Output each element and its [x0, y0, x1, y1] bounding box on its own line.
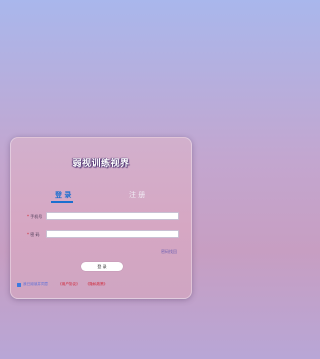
- password-required-mark: *: [27, 232, 29, 237]
- phone-input[interactable]: [46, 212, 179, 220]
- password-label-text: 密 码: [30, 232, 40, 237]
- phone-label-text: 手机号: [30, 214, 43, 219]
- password-input[interactable]: [46, 230, 179, 238]
- user-agreement-link[interactable]: 《用户协议》: [58, 282, 80, 287]
- tab-login[interactable]: 登 录: [55, 190, 71, 200]
- login-button[interactable]: 登 录: [81, 262, 123, 271]
- password-label: * 密 码: [27, 232, 40, 238]
- agreement-text: 我已阅读并同意: [23, 282, 49, 286]
- phone-label: * 手机号: [27, 214, 42, 220]
- agreement-row: 我已阅读并同意 《用户协议》 《隐私政策》: [17, 282, 113, 287]
- tab-register[interactable]: 注 册: [129, 190, 145, 200]
- forgot-password-link[interactable]: 密码找回: [161, 249, 177, 255]
- privacy-policy-link[interactable]: 《隐私政策》: [86, 282, 108, 287]
- active-tab-indicator: [51, 201, 73, 203]
- login-card: 弱视训练视界 登 录 注 册 * 手机号 * 密 码 密码找回 登 录 我已阅读…: [10, 137, 192, 299]
- agreement-checkbox[interactable]: [17, 282, 21, 287]
- app-title: 弱视训练视界: [72, 159, 130, 169]
- phone-required-mark: *: [27, 214, 29, 219]
